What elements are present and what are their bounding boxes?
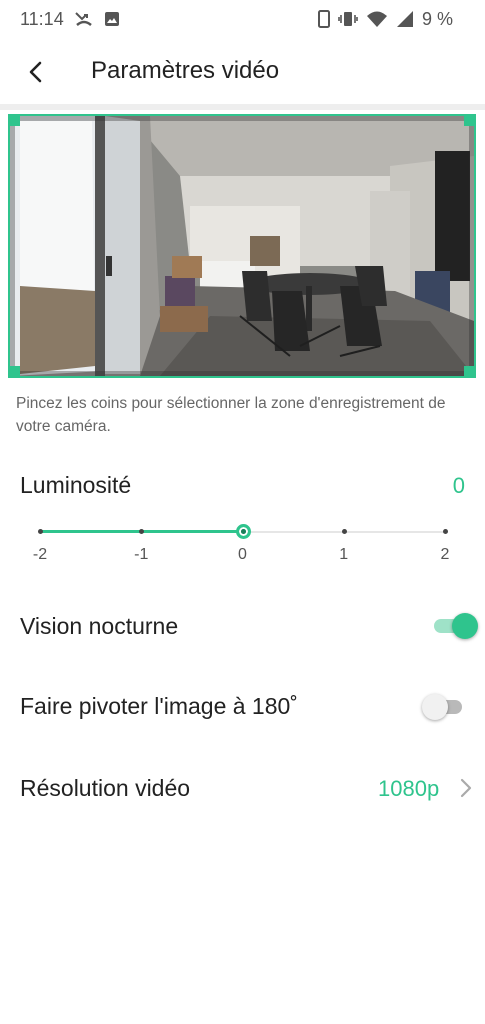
slider-tick-label: 0 (238, 546, 247, 563)
slider-tick (341, 529, 347, 534)
page-title: Paramètres vidéo (91, 57, 280, 84)
header-divider (0, 104, 485, 110)
slider-tick-label: 1 (339, 546, 349, 563)
toggle-knob (452, 613, 478, 639)
brightness-label: Luminosité (20, 472, 132, 498)
resolution-label[interactable]: Résolution vidéo (20, 775, 190, 802)
status-time: 11:14 (20, 8, 64, 29)
wifi-icon (366, 10, 388, 28)
crop-handle-bottom-right[interactable] (464, 366, 474, 376)
crop-handle-top-left[interactable] (10, 116, 20, 126)
slider-tick (38, 529, 43, 534)
camera-preview[interactable] (8, 114, 476, 378)
crop-handle-top-right[interactable] (464, 116, 474, 126)
vibrate-icon (338, 10, 358, 28)
status-bar: 11:14 9 % (0, 0, 485, 38)
toggle-knob (422, 694, 448, 720)
camera-image (10, 116, 474, 376)
chevron-left-icon[interactable] (22, 58, 50, 86)
phone-icon (317, 10, 330, 28)
slider-thumb[interactable] (235, 524, 251, 539)
brightness-slider[interactable] (38, 522, 448, 542)
chevron-right-icon[interactable] (458, 777, 474, 799)
slider-tick (139, 529, 145, 534)
image-icon (104, 11, 120, 27)
crop-hint: Pincez les coins pour sélectionner la zo… (16, 395, 446, 435)
slider-tick (443, 529, 448, 534)
battery-text: 9 % (421, 8, 453, 29)
app-header: Paramètres vidéo (0, 40, 485, 104)
slider-tick-label: 2 (440, 546, 450, 563)
missed-call-icon (74, 11, 94, 27)
slider-tick-label: -1 (134, 546, 149, 563)
resolution-value[interactable]: 1080p (378, 776, 439, 802)
night-vision-toggle[interactable] (432, 613, 478, 639)
signal-icon (396, 10, 414, 28)
crop-handle-bottom-left[interactable] (10, 366, 20, 376)
brightness-value: 0 (452, 473, 465, 498)
rotate-toggle[interactable] (422, 694, 466, 720)
slider-tick-label: -2 (32, 546, 48, 563)
rotate-label: Faire pivoter l'image à 180˚ (20, 693, 298, 719)
night-vision-label: Vision nocturne (20, 613, 179, 639)
